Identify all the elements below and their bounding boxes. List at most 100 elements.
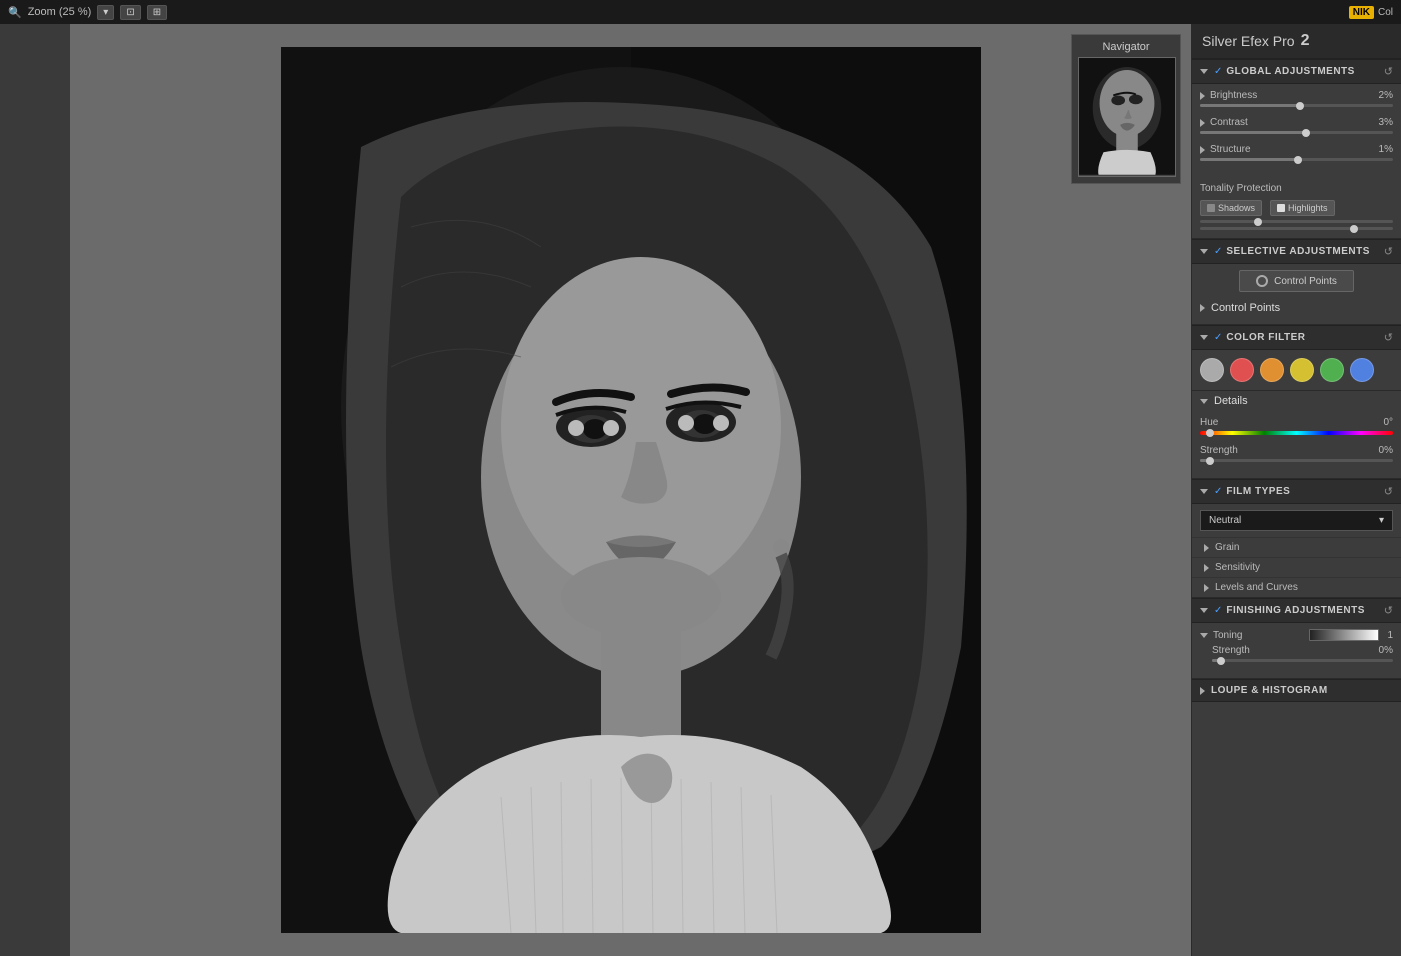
swatch-red[interactable] [1230, 358, 1254, 382]
swatch-gray[interactable] [1200, 358, 1224, 382]
brightness-label[interactable]: Brightness [1200, 90, 1257, 101]
loupe-section-title: LOUPE & HISTOGRAM [1211, 685, 1328, 696]
contrast-value: 3% [1379, 117, 1393, 128]
film-types-check-icon: ✓ [1214, 486, 1222, 497]
finishing-header[interactable]: ✓ FINISHING ADJUSTMENTS ↺ [1192, 598, 1401, 623]
strength-row: Strength 0% [1200, 445, 1393, 462]
left-panel [0, 24, 70, 956]
app-title: Silver Efex Pro [1202, 33, 1295, 49]
color-swatches [1192, 350, 1401, 390]
tonality-row: Shadows Highlights [1200, 200, 1393, 216]
color-filter-title: COLOR FILTER [1226, 332, 1305, 343]
finishing-header-left: ✓ FINISHING ADJUSTMENTS [1200, 605, 1365, 616]
top-bar: 🔍 Zoom (25 %) ▾ ⊡ ⊞ NIK Col [0, 0, 1401, 24]
toning-strength-label-row: Strength 0% [1212, 645, 1393, 656]
zoom-dropdown-btn[interactable]: ▾ [97, 5, 114, 20]
strength-thumb[interactable] [1206, 457, 1214, 465]
toning-strength-thumb[interactable] [1217, 657, 1225, 665]
brightness-track[interactable] [1200, 104, 1393, 107]
global-section-title: GLOBAL ADJUSTMENTS [1226, 66, 1354, 77]
toning-label[interactable]: Toning [1200, 630, 1242, 641]
control-points-btn[interactable]: Control Points [1239, 270, 1354, 292]
swatch-yellow[interactable] [1290, 358, 1314, 382]
details-arrow [1200, 399, 1208, 404]
color-filter-reset-icon[interactable]: ↺ [1384, 331, 1393, 344]
selective-adjustments-header[interactable]: ✓ SELECTIVE ADJUSTMENTS ↺ [1192, 239, 1401, 264]
structure-label[interactable]: Structure [1200, 144, 1251, 155]
toning-row: Toning 1 Strength 0% [1192, 623, 1401, 678]
film-select-btn[interactable]: Neutral ▾ [1200, 510, 1393, 531]
global-check-icon: ✓ [1214, 66, 1222, 77]
film-types-collapse-arrow [1200, 489, 1208, 494]
zoom-fit-btn[interactable]: ⊡ [120, 5, 140, 20]
brightness-value: 2% [1379, 90, 1393, 101]
structure-thumb[interactable] [1294, 156, 1302, 164]
details-content: Hue 0° Strength 0% [1192, 411, 1401, 478]
levels-curves-arrow [1204, 584, 1209, 592]
finishing-reset-icon[interactable]: ↺ [1384, 604, 1393, 617]
selective-header-left: ✓ SELECTIVE ADJUSTMENTS [1200, 246, 1370, 257]
tonality-shadows-thumb[interactable] [1254, 218, 1262, 226]
finishing-check-icon: ✓ [1214, 605, 1222, 616]
navigator-thumbnail [1078, 57, 1176, 177]
toning-value-group: 1 [1309, 629, 1393, 641]
control-points-section-row[interactable]: Control Points [1200, 298, 1393, 318]
contrast-label[interactable]: Contrast [1200, 117, 1248, 128]
film-types-reset-icon[interactable]: ↺ [1384, 485, 1393, 498]
grain-item[interactable]: Grain [1192, 537, 1401, 557]
hue-label: Hue [1200, 417, 1218, 428]
highlights-btn[interactable]: Highlights [1270, 200, 1335, 216]
color-filter-header[interactable]: ✓ COLOR FILTER ↺ [1192, 325, 1401, 350]
main-content: Navigator Silver Efex Pro [0, 24, 1401, 956]
zoom-100-btn[interactable]: ⊞ [147, 5, 167, 20]
sensitivity-item[interactable]: Sensitivity [1192, 557, 1401, 577]
swatch-blue[interactable] [1350, 358, 1374, 382]
toning-arrow [1200, 633, 1208, 638]
selective-reset-icon[interactable]: ↺ [1384, 245, 1393, 258]
contrast-thumb[interactable] [1302, 129, 1310, 137]
strength-label-row: Strength 0% [1200, 445, 1393, 456]
hue-track[interactable] [1200, 431, 1393, 435]
grain-label: Grain [1215, 542, 1239, 553]
details-header[interactable]: Details [1192, 390, 1401, 411]
app-version: 2 [1301, 32, 1310, 50]
strength-track[interactable] [1200, 459, 1393, 462]
global-adjustments-content: Brightness 2% Contrast 3% [1192, 84, 1401, 177]
structure-label-row: Structure 1% [1200, 144, 1393, 155]
contrast-arrow [1200, 119, 1205, 127]
tonality-section: Tonality Protection Shadows Highlights [1192, 177, 1401, 238]
contrast-row: Contrast 3% [1200, 117, 1393, 134]
film-selected-label: Neutral [1209, 515, 1241, 526]
tonality-highlights-track[interactable] [1200, 227, 1393, 230]
structure-track[interactable] [1200, 158, 1393, 161]
levels-curves-label: Levels and Curves [1215, 582, 1298, 593]
color-filter-collapse-arrow [1200, 335, 1208, 340]
hue-thumb[interactable] [1206, 429, 1214, 437]
global-reset-icon[interactable]: ↺ [1384, 65, 1393, 78]
tonality-slider-track[interactable] [1200, 220, 1393, 223]
brightness-fill [1200, 104, 1300, 107]
hue-row: Hue 0° [1200, 417, 1393, 435]
loupe-histogram-header[interactable]: LOUPE & HISTOGRAM [1192, 679, 1401, 702]
structure-arrow [1200, 146, 1205, 154]
swatch-orange[interactable] [1260, 358, 1284, 382]
shadows-btn[interactable]: Shadows [1200, 200, 1262, 216]
brightness-thumb[interactable] [1296, 102, 1304, 110]
levels-curves-item[interactable]: Levels and Curves [1192, 577, 1401, 597]
brightness-label-row: Brightness 2% [1200, 90, 1393, 101]
sensitivity-arrow [1204, 564, 1209, 572]
navigator-title: Navigator [1078, 41, 1174, 53]
right-panel: Silver Efex Pro 2 ✓ GLOBAL ADJUSTMENTS ↺… [1191, 24, 1401, 956]
top-bar-right: NIK Col [1349, 6, 1393, 19]
zoom-icon: 🔍 [8, 6, 22, 19]
toning-strength-track[interactable] [1212, 659, 1393, 662]
swatch-green[interactable] [1320, 358, 1344, 382]
tonality-highlights-thumb[interactable] [1350, 225, 1358, 233]
global-adjustments-header[interactable]: ✓ GLOBAL ADJUSTMENTS ↺ [1192, 59, 1401, 84]
toning-strength-label: Strength [1212, 645, 1250, 656]
film-dropdown-wrapper: Neutral ▾ [1192, 504, 1401, 537]
brightness-row: Brightness 2% [1200, 90, 1393, 107]
film-types-header[interactable]: ✓ FILM TYPES ↺ [1192, 479, 1401, 504]
contrast-track[interactable] [1200, 131, 1393, 134]
contrast-label-row: Contrast 3% [1200, 117, 1393, 128]
